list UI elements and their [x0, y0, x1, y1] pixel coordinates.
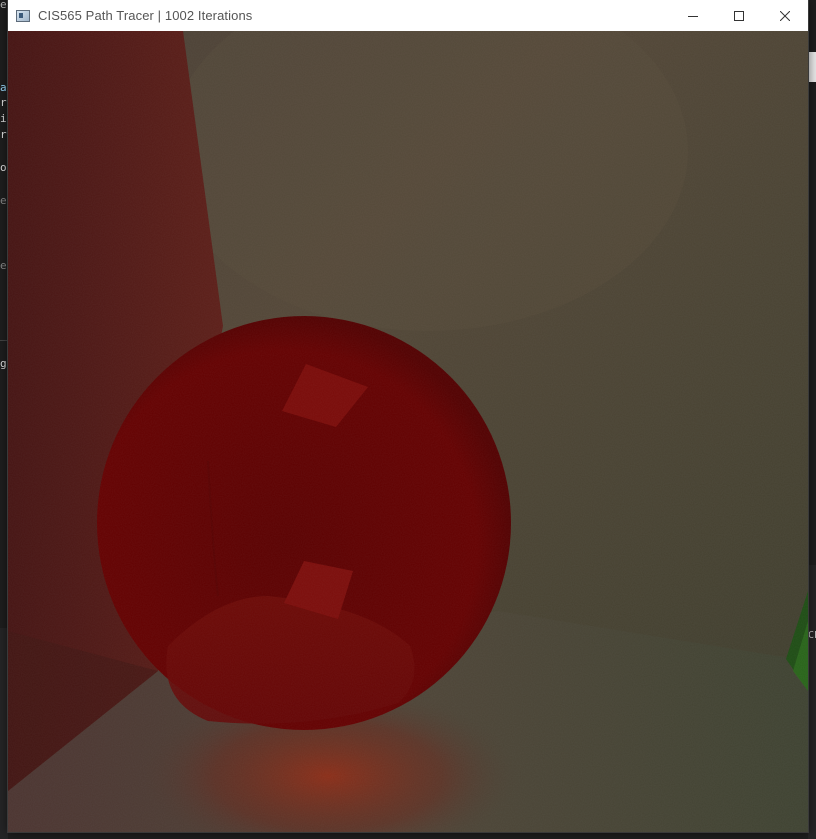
background-text-fragment: i: [0, 112, 7, 125]
background-text-fragment: e: [0, 259, 7, 272]
background-panel: [808, 565, 816, 839]
close-icon: [780, 10, 790, 21]
background-scrollbar: [808, 52, 816, 82]
background-panel: [0, 628, 8, 839]
window-title: CIS565 Path Tracer | 1002 Iterations: [38, 8, 253, 23]
minimize-button[interactable]: [670, 0, 716, 31]
background-text-fragment: a: [0, 81, 7, 94]
background-text-fragment: CF: [808, 630, 816, 641]
background-text-fragment: e: [0, 194, 7, 207]
background-text-fragment: o: [0, 161, 7, 174]
window-controls: [670, 0, 808, 31]
rendered-image: [8, 31, 808, 832]
path-tracer-window: CIS565 Path Tracer | 1002 Iterations: [8, 0, 808, 832]
background-text-fragment: e: [0, 0, 7, 11]
close-button[interactable]: [762, 0, 808, 31]
background-divider: [0, 340, 8, 341]
background-editor-left-edge: e a r i r o e e g: [0, 0, 8, 839]
background-text-fragment: r: [0, 128, 7, 141]
minimize-icon: [688, 15, 698, 17]
title-bar[interactable]: CIS565 Path Tracer | 1002 Iterations: [8, 0, 808, 31]
render-noise: [8, 31, 808, 832]
background-text-fragment: r: [0, 96, 7, 109]
render-viewport[interactable]: [8, 31, 808, 832]
background-text-fragment: g: [0, 357, 7, 370]
background-editor-right-edge: CF: [808, 0, 816, 839]
app-window-icon: [16, 9, 30, 22]
maximize-icon: [734, 10, 744, 21]
maximize-button[interactable]: [716, 0, 762, 31]
